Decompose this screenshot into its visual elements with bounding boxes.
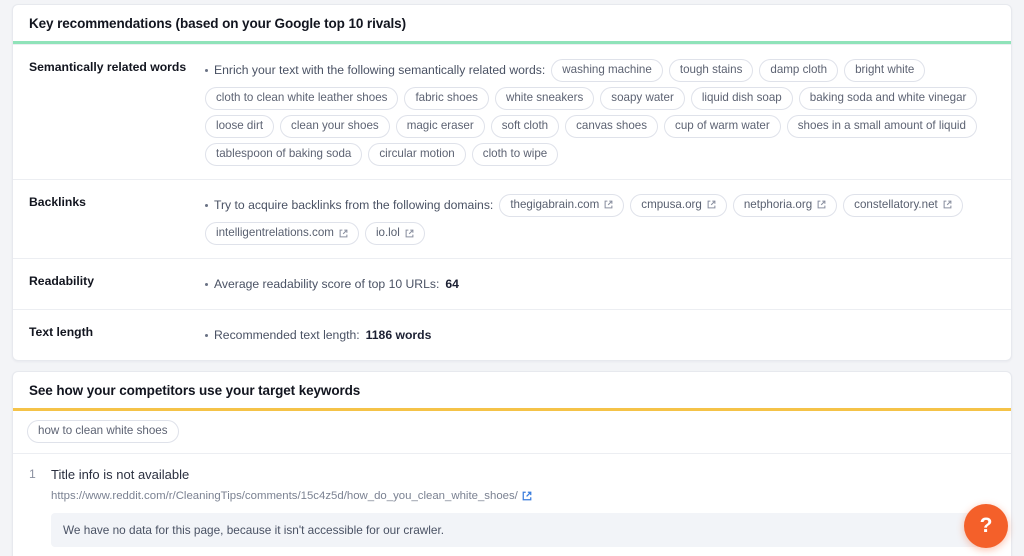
semantic-word-pill[interactable]: canvas shoes bbox=[565, 115, 658, 138]
semantic-word-pill[interactable]: magic eraser bbox=[396, 115, 485, 138]
no-data-note: We have no data for this page, because i… bbox=[51, 513, 995, 547]
rec-body-readability: Average readability score of top 10 URLs… bbox=[205, 272, 995, 296]
rec-label-text-length: Text length bbox=[29, 323, 205, 347]
help-button[interactable]: ? bbox=[964, 504, 1008, 548]
result-body: Title info is not available https://www.… bbox=[51, 466, 995, 547]
semantic-word-pill[interactable]: fabric shoes bbox=[404, 87, 489, 110]
key-recommendations-card: Key recommendations (based on your Googl… bbox=[12, 4, 1012, 361]
text-length-line: Recommended text length: 1186 words bbox=[205, 323, 995, 347]
readability-value: 64 bbox=[445, 272, 459, 296]
competitor-result-row: 1 Title info is not available https://ww… bbox=[13, 453, 1011, 556]
semantic-word-pill[interactable]: liquid dish soap bbox=[691, 87, 793, 110]
rec-label-readability: Readability bbox=[29, 272, 205, 296]
readability-lead: Average readability score of top 10 URLs… bbox=[205, 272, 439, 296]
semantic-word-pill[interactable]: shoes in a small amount of liquid bbox=[787, 115, 977, 138]
text-length-value: 1186 words bbox=[366, 323, 432, 347]
semantic-words-lead: Enrich your text with the following sema… bbox=[205, 58, 545, 82]
external-link-icon bbox=[522, 491, 532, 501]
text-length-lead: Recommended text length: bbox=[205, 323, 360, 347]
rec-body-semantic-words: Enrich your text with the following sema… bbox=[205, 58, 995, 166]
semantic-word-pill[interactable]: baking soda and white vinegar bbox=[799, 87, 978, 110]
backlinks-lead: Try to acquire backlinks from the follow… bbox=[205, 193, 493, 217]
backlink-domain-label: netphoria.org bbox=[744, 198, 812, 212]
external-link-icon bbox=[339, 229, 348, 238]
page-root: Key recommendations (based on your Googl… bbox=[0, 0, 1024, 556]
external-link-icon bbox=[405, 229, 414, 238]
rec-row-backlinks: Backlinks Try to acquire backlinks from … bbox=[13, 179, 1011, 258]
semantic-word-pill[interactable]: soft cloth bbox=[491, 115, 559, 138]
semantic-word-pill[interactable]: washing machine bbox=[551, 59, 663, 82]
semantic-word-pill[interactable]: cloth to clean white leather shoes bbox=[205, 87, 398, 110]
target-keyword-row: how to clean white shoes bbox=[13, 411, 1011, 453]
result-rank: 1 bbox=[29, 466, 51, 547]
rec-row-readability: Readability Average readability score of… bbox=[13, 258, 1011, 309]
semantic-word-pill[interactable]: circular motion bbox=[368, 143, 465, 166]
competitors-title: See how your competitors use your target… bbox=[13, 372, 1011, 408]
readability-line: Average readability score of top 10 URLs… bbox=[205, 272, 995, 296]
semantic-word-pill[interactable]: tough stains bbox=[669, 59, 754, 82]
rec-row-text-length: Text length Recommended text length: 118… bbox=[13, 309, 1011, 360]
backlink-domain-label: io.lol bbox=[376, 226, 400, 240]
backlink-domain-label: thegigabrain.com bbox=[510, 198, 599, 212]
backlink-domain-pill[interactable]: netphoria.org bbox=[733, 194, 837, 217]
key-recommendations-title: Key recommendations (based on your Googl… bbox=[13, 5, 1011, 41]
backlink-domain-list: Try to acquire backlinks from the follow… bbox=[205, 193, 995, 245]
competitors-card: See how your competitors use your target… bbox=[12, 371, 1012, 556]
backlink-domain-pill[interactable]: intelligentrelations.com bbox=[205, 222, 359, 245]
semantic-word-pill[interactable]: clean your shoes bbox=[280, 115, 390, 138]
semantic-word-pill[interactable]: soapy water bbox=[600, 87, 685, 110]
help-icon: ? bbox=[980, 514, 993, 538]
backlink-domain-label: intelligentrelations.com bbox=[216, 226, 334, 240]
rec-label-semantic-words: Semantically related words bbox=[29, 58, 205, 166]
backlink-domain-pill[interactable]: thegigabrain.com bbox=[499, 194, 624, 217]
semantic-word-pill[interactable]: cloth to wipe bbox=[472, 143, 558, 166]
result-url-text: https://www.reddit.com/r/CleaningTips/co… bbox=[51, 488, 518, 504]
semantic-word-pill[interactable]: damp cloth bbox=[759, 59, 838, 82]
result-url-link[interactable]: https://www.reddit.com/r/CleaningTips/co… bbox=[51, 488, 532, 504]
semantic-word-pill[interactable]: loose dirt bbox=[205, 115, 274, 138]
semantic-word-pill[interactable]: white sneakers bbox=[495, 87, 594, 110]
backlink-domain-label: cmpusa.org bbox=[641, 198, 702, 212]
external-link-icon bbox=[604, 200, 613, 209]
semantic-words-list: Enrich your text with the following sema… bbox=[205, 58, 995, 166]
rec-label-backlinks: Backlinks bbox=[29, 193, 205, 245]
semantic-word-pill[interactable]: tablespoon of baking soda bbox=[205, 143, 362, 166]
rec-body-backlinks: Try to acquire backlinks from the follow… bbox=[205, 193, 995, 245]
external-link-icon bbox=[817, 200, 826, 209]
result-title: Title info is not available bbox=[51, 466, 995, 484]
backlink-domain-label: constellatory.net bbox=[854, 198, 938, 212]
semantic-word-pill[interactable]: cup of warm water bbox=[664, 115, 781, 138]
semantic-word-pill[interactable]: bright white bbox=[844, 59, 925, 82]
backlink-domain-pill[interactable]: constellatory.net bbox=[843, 194, 963, 217]
external-link-icon bbox=[943, 200, 952, 209]
rec-row-semantic-words: Semantically related words Enrich your t… bbox=[13, 44, 1011, 179]
rec-body-text-length: Recommended text length: 1186 words bbox=[205, 323, 995, 347]
backlink-domain-pill[interactable]: cmpusa.org bbox=[630, 194, 727, 217]
backlink-domain-pill[interactable]: io.lol bbox=[365, 222, 425, 245]
target-keyword-chip[interactable]: how to clean white shoes bbox=[27, 420, 179, 443]
external-link-icon bbox=[707, 200, 716, 209]
